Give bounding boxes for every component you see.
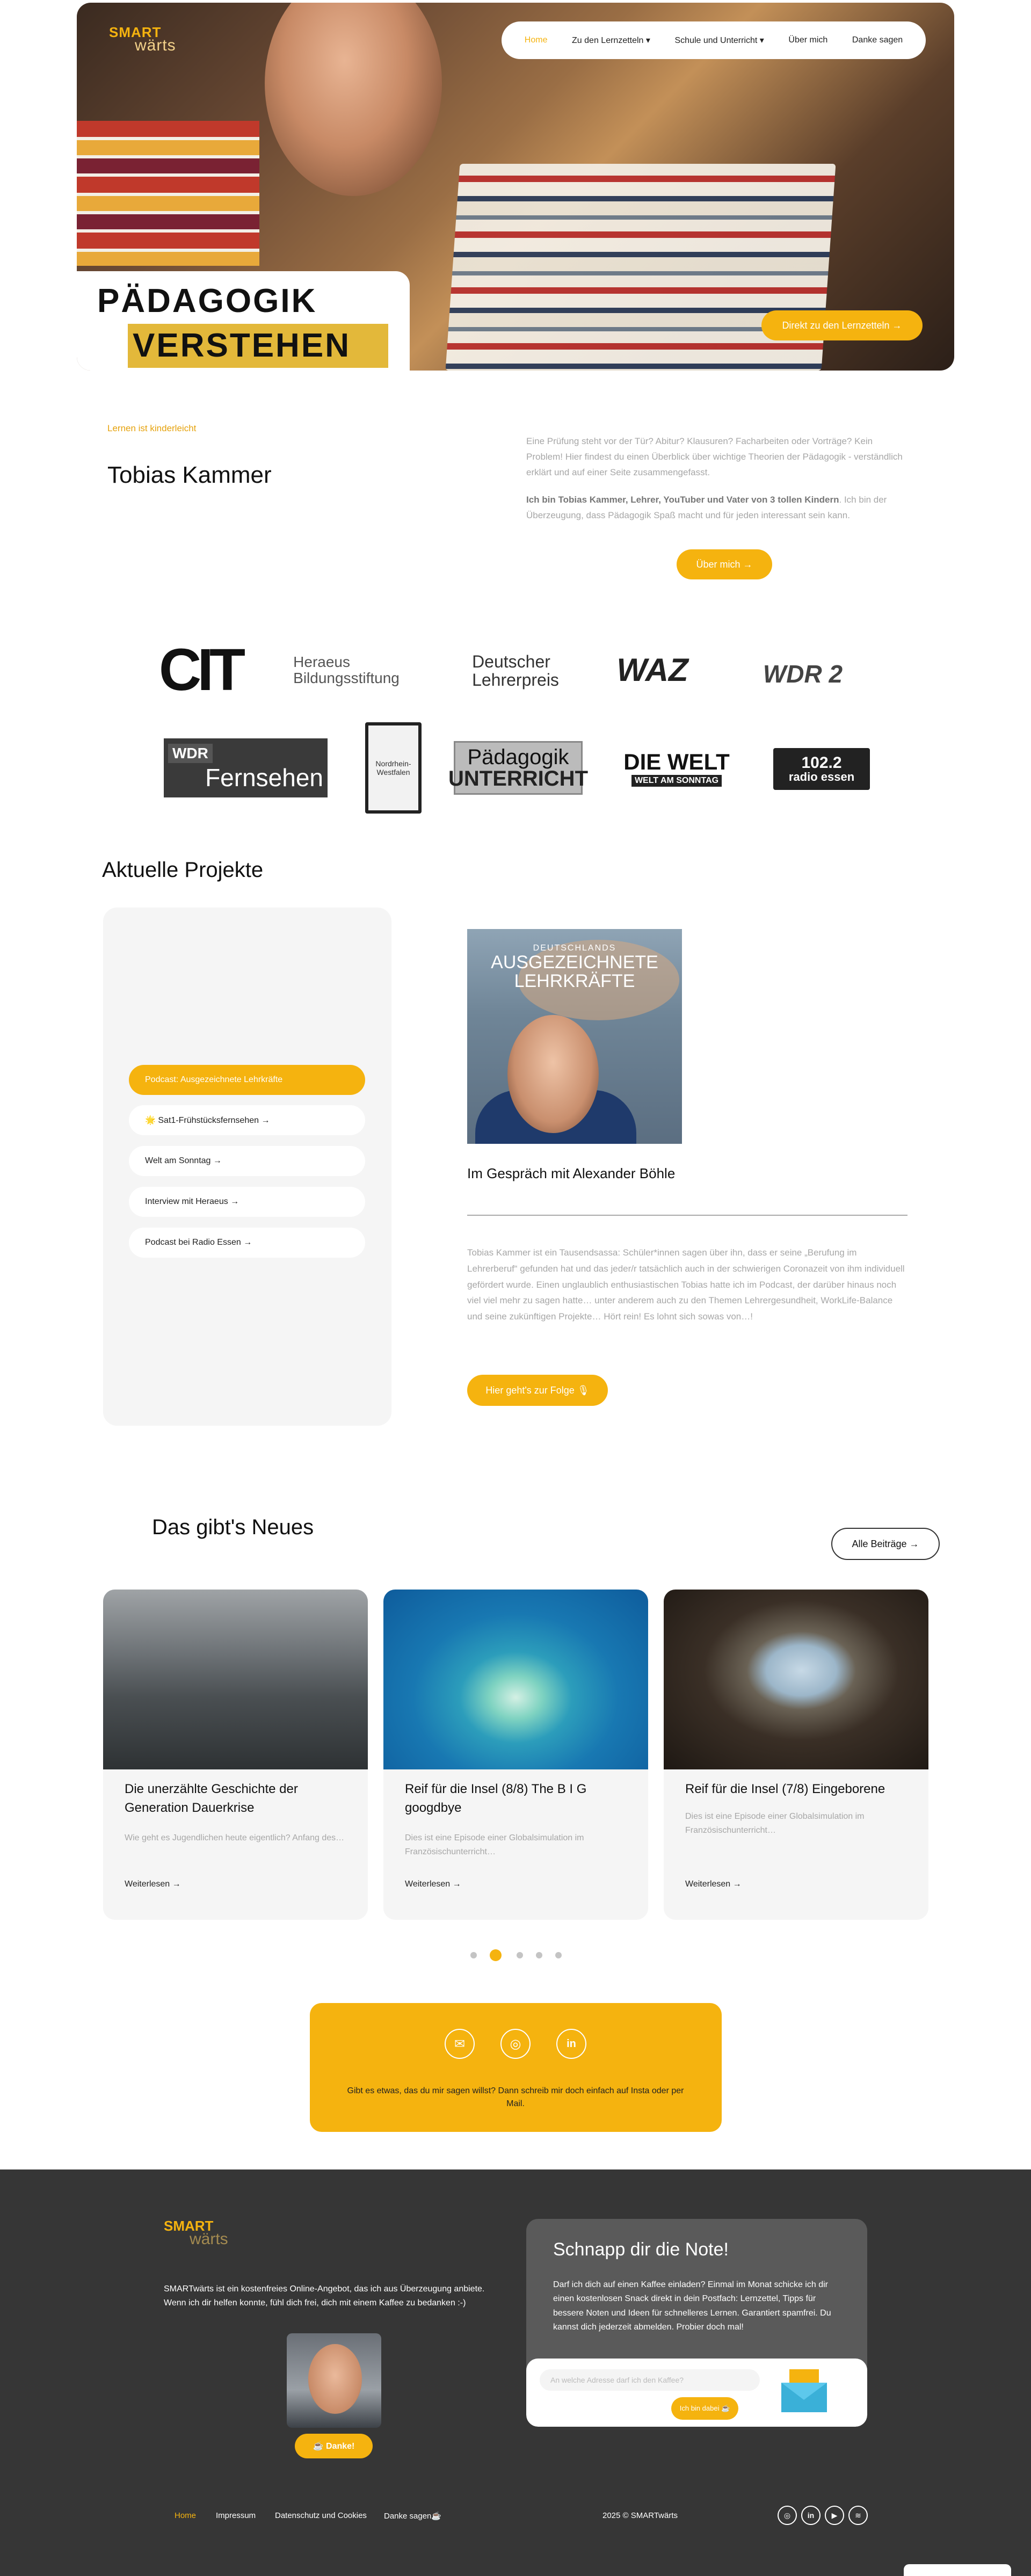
- footer-youtube-icon[interactable]: ▶: [825, 2506, 844, 2525]
- news-card-title[interactable]: Reif für die Insel (7/8) Eingeborene: [685, 1780, 911, 1799]
- cover-person-head: [507, 1015, 599, 1133]
- news-card-excerpt: Dies ist eine Episode einer Globalsimula…: [685, 1812, 865, 1835]
- cover-text: DEUTSCHLANDS AUSGEZEICHNETE LEHRKRÄFTE: [491, 944, 658, 992]
- logo-die-welt: DIE WELT WELT AM SONNTAG: [620, 748, 733, 788]
- nav-home[interactable]: Home: [525, 35, 548, 45]
- footer-link-danke-sagen[interactable]: Danke sagen☕: [384, 2511, 441, 2521]
- contact-text: Gibt es etwas, das du mir sagen willst? …: [347, 2086, 684, 2108]
- news-card-image: [383, 1590, 648, 1769]
- envelope-icon: [779, 2369, 830, 2412]
- logo-wdr-fernsehen: WDR Fernsehen: [164, 738, 328, 797]
- nav-schule-unterricht[interactable]: Schule und Unterricht ▾: [675, 35, 764, 46]
- intro-text: Eine Prüfung steht vor der Tür? Abitur? …: [526, 434, 907, 523]
- news-title: Das gibt's Neues: [152, 1515, 314, 1539]
- project-tab-radio-essen[interactable]: Podcast bei Radio Essen →: [129, 1228, 365, 1258]
- news-card[interactable]: Reif für die Insel (7/8) Eingeborene Die…: [664, 1590, 928, 1920]
- logo-paedagogik-unterricht: Pädagogik UNTERRICHT: [448, 741, 588, 795]
- footer-logo[interactable]: SMART wärts: [164, 2218, 228, 2248]
- coffee-thanks-button[interactable]: ☕ Danke!: [295, 2434, 373, 2458]
- intro-paragraph-1: Eine Prüfung steht vor der Tür? Abitur? …: [526, 436, 903, 477]
- news-card-read-more[interactable]: Weiterlesen →: [685, 1880, 742, 1889]
- nav-lernzettel[interactable]: Zu den Lernzetteln ▾: [572, 35, 650, 46]
- news-card[interactable]: Die unerzählte Geschichte der Generation…: [103, 1590, 368, 1920]
- hero-person: [265, 3, 442, 196]
- carousel-dot[interactable]: [470, 1952, 477, 1958]
- hero-title-line1: PÄDAGOGIK: [97, 282, 317, 320]
- news-card-excerpt: Wie geht es Jugendlichen heute eigentlic…: [125, 1833, 345, 1842]
- hero-title-line2: VERSTEHEN: [133, 327, 351, 364]
- podcast-cover-image: DEUTSCHLANDS AUSGEZEICHNETE LEHRKRÄFTE: [467, 929, 682, 1144]
- nav-ueber-mich[interactable]: Über mich: [788, 35, 827, 45]
- linkedin-icon[interactable]: in: [556, 2029, 586, 2059]
- news-card-image: [664, 1590, 928, 1769]
- hero-banner: SMART wärts Home Zu den Lernzetteln ▾ Sch…: [77, 3, 954, 371]
- footer-portrait: [287, 2333, 381, 2428]
- newsletter-email-input[interactable]: An welche Adresse darf ich den Kaffee?: [540, 2369, 760, 2391]
- footer-link-home[interactable]: Home: [175, 2511, 196, 2520]
- news-card[interactable]: Reif für die Insel (8/8) The B I G googd…: [383, 1590, 648, 1920]
- news-card-image: [103, 1590, 368, 1769]
- footer: [0, 2169, 1031, 2576]
- about-me-button[interactable]: Über mich →: [677, 549, 772, 579]
- carousel-dot[interactable]: [555, 1952, 562, 1958]
- project-subtitle: Im Gespräch mit Alexander Böhle: [467, 1165, 676, 1181]
- project-description: Tobias Kammer ist ein Tausendsassa: Schü…: [467, 1247, 905, 1322]
- project-tab-welt[interactable]: Welt am Sonntag →: [129, 1146, 365, 1176]
- news-card-read-more[interactable]: Weiterlesen →: [125, 1880, 181, 1889]
- all-posts-button[interactable]: Alle Beiträge →: [831, 1528, 940, 1560]
- cookie-bar-edge: [904, 2564, 1011, 2576]
- newsletter-text: Darf ich dich auf einen Kaffee einladen?…: [553, 2280, 831, 2332]
- mail-icon[interactable]: ✉: [445, 2029, 475, 2059]
- logo-deutscher-lehrerpreis: Deutscher Lehrerpreis: [472, 652, 559, 690]
- footer-copyright: 2025 © SMARTwärts: [602, 2511, 678, 2520]
- nav-danke-sagen[interactable]: Danke sagen: [852, 35, 903, 45]
- newsletter-title: Schnapp dir die Note!: [553, 2239, 729, 2260]
- intro-eyebrow: Lernen ist kinderleicht: [107, 423, 197, 433]
- news-card-read-more[interactable]: Weiterlesen →: [405, 1880, 461, 1889]
- project-divider: [467, 1215, 907, 1216]
- footer-linkedin-icon[interactable]: in: [801, 2506, 821, 2525]
- intro-paragraph-2: Ich bin Tobias Kammer, Lehrer, YouTuber …: [526, 494, 887, 520]
- footer-instagram-icon[interactable]: ◎: [778, 2506, 797, 2525]
- news-card-excerpt: Dies ist eine Episode einer Globalsimula…: [405, 1833, 584, 1857]
- footer-link-impressum[interactable]: Impressum: [216, 2511, 256, 2520]
- hero-books-left: [77, 121, 259, 266]
- contact-box: [310, 2003, 722, 2132]
- logo-cit: CIT: [158, 636, 245, 703]
- news-card-title[interactable]: Reif für die Insel (8/8) The B I G googd…: [405, 1780, 630, 1818]
- portrait-face: [308, 2344, 362, 2414]
- lernzettel-cta-button[interactable]: Direkt zu den Lernzetteln →: [761, 310, 923, 340]
- newsletter-submit-button[interactable]: Ich bin dabei ☕: [671, 2397, 738, 2420]
- podcast-episode-button[interactable]: Hier geht's zur Folge 🎙: [467, 1375, 608, 1406]
- logo-radio-essen: 102.2 radio essen: [773, 748, 870, 790]
- logo-nordrhein-westfalen-book: Nordrhein-Westfalen: [365, 722, 422, 814]
- main-nav: Home Zu den Lernzetteln ▾ Schule und Unt…: [502, 21, 926, 59]
- news-card-title[interactable]: Die unerzählte Geschichte der Generation…: [125, 1780, 350, 1818]
- footer-link-datenschutz[interactable]: Datenschutz und Cookies: [275, 2511, 367, 2520]
- project-tab-podcast[interactable]: Podcast: Ausgezeichnete Lehrkräfte: [129, 1065, 365, 1095]
- intro-name: Tobias Kammer: [107, 462, 272, 488]
- carousel-dot[interactable]: [536, 1952, 542, 1958]
- project-tab-heraeus[interactable]: Interview mit Heraeus →: [129, 1187, 365, 1217]
- project-tab-sat1[interactable]: 🌟 Sat1-Frühstücksfernsehen →: [129, 1105, 365, 1135]
- newsletter-card: Schnapp dir die Note! Darf ich dich auf …: [526, 2219, 867, 2427]
- carousel-dot-active[interactable]: [490, 1949, 502, 1961]
- instagram-icon[interactable]: ◎: [500, 2029, 531, 2059]
- newsletter-form: An welche Adresse darf ich den Kaffee? I…: [526, 2359, 867, 2427]
- carousel-dot[interactable]: [517, 1952, 523, 1958]
- logo-waz: WAZ: [616, 652, 688, 688]
- site-logo[interactable]: SMART wärts: [109, 24, 176, 55]
- logo-wdr2: WDR 2: [763, 660, 843, 688]
- projects-title: Aktuelle Projekte: [102, 858, 264, 882]
- logo-heraeus: Heraeus Bildungsstiftung: [293, 654, 400, 686]
- footer-about-text: SMARTwärts ist ein kostenfreies Online-A…: [164, 2284, 485, 2307]
- footer-spotify-icon[interactable]: ≋: [848, 2506, 868, 2525]
